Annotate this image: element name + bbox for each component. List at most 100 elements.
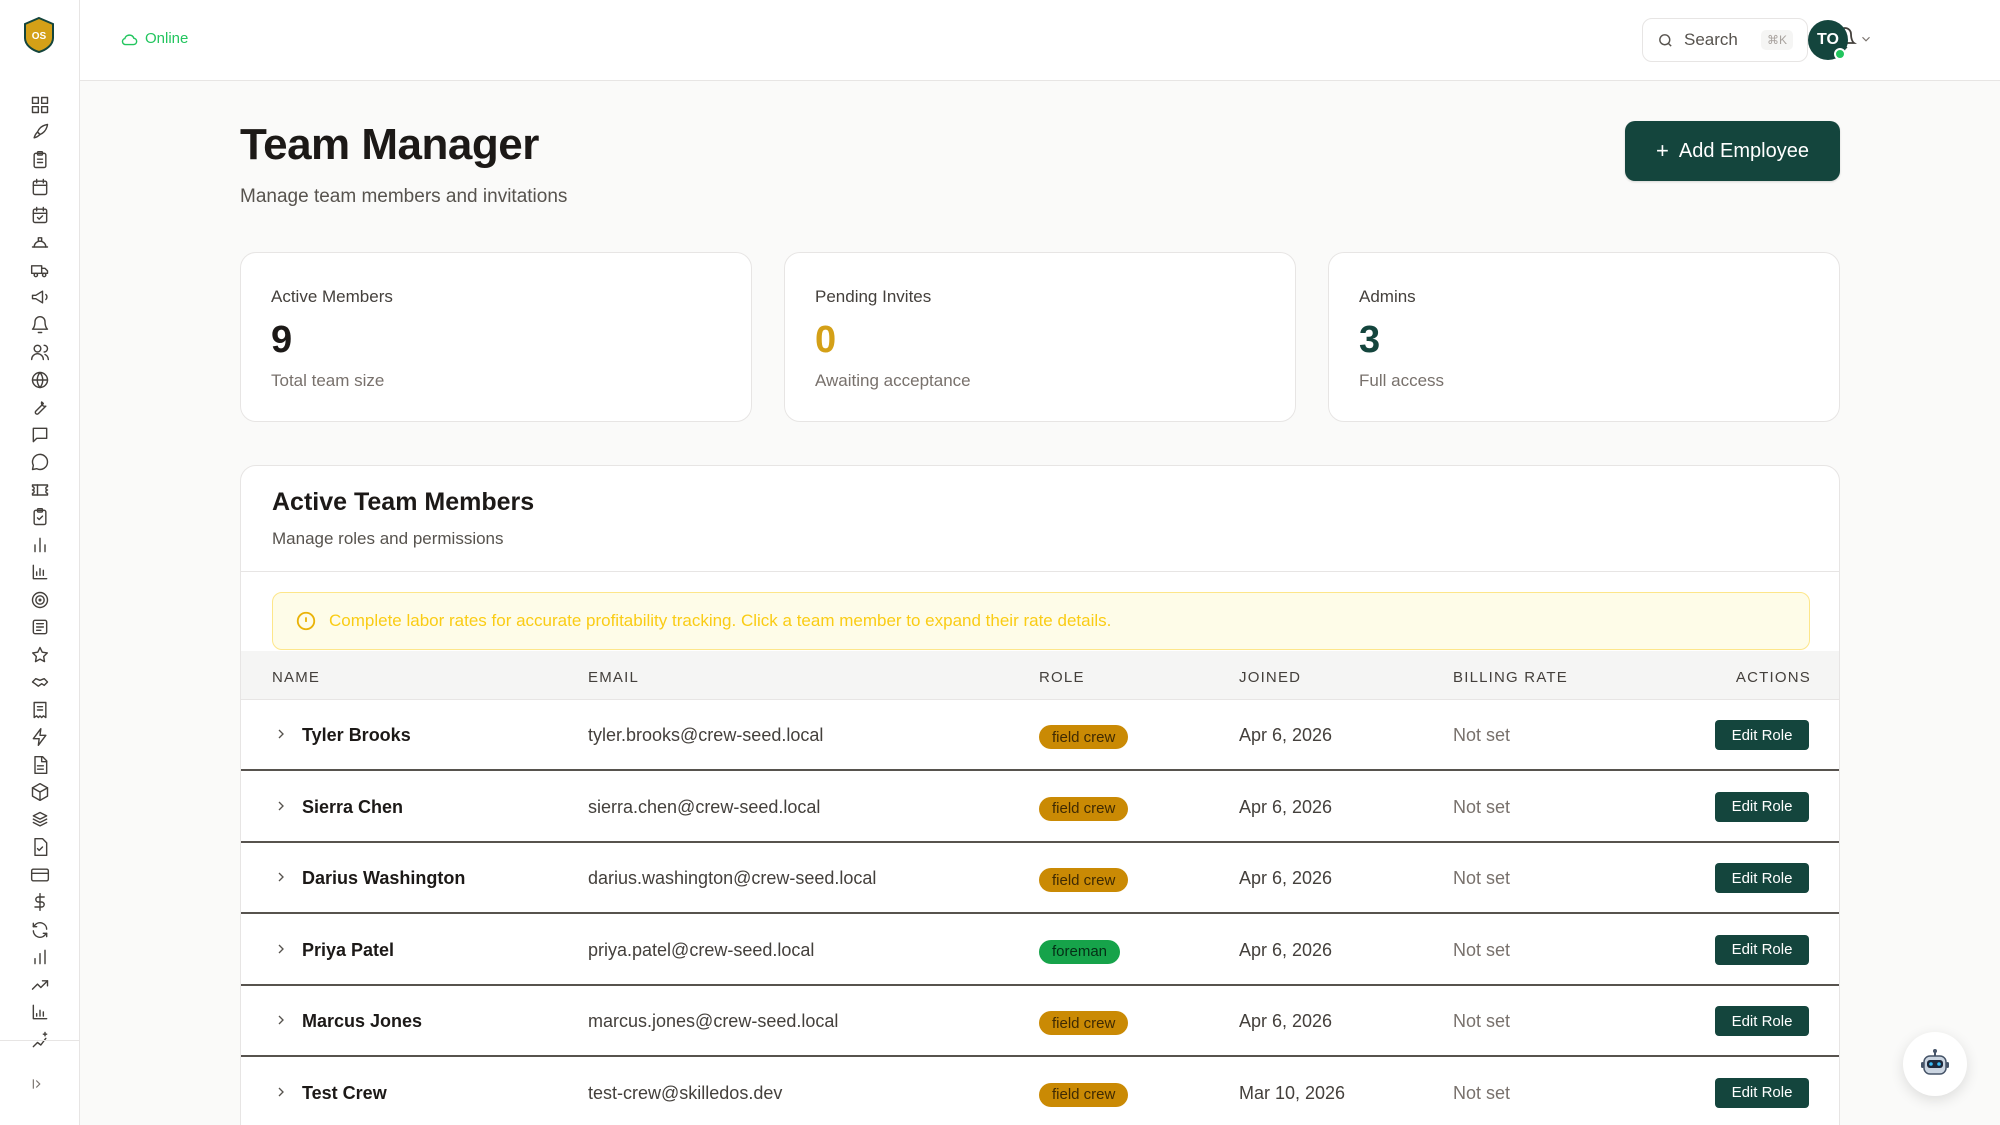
stat-value: 0 (815, 319, 837, 361)
sidebar-item-users[interactable] (0, 339, 80, 367)
joined-date: Mar 10, 2026 (1239, 1082, 1346, 1103)
status-label: Online (145, 30, 189, 47)
dashboard-icon (31, 96, 49, 113)
search-button[interactable]: Search ⌘K (1642, 18, 1808, 62)
sidebar-item-message-square[interactable] (0, 421, 80, 449)
sidebar-item-chart[interactable] (0, 559, 80, 587)
billing-rate: Not set (1453, 1011, 1511, 1031)
table-row[interactable]: Priya Patel priya.patel@crew-seed.local fo… (241, 915, 1839, 986)
sidebar-item-refresh[interactable] (0, 916, 80, 944)
bell-icon (31, 315, 49, 333)
joined-date: Apr 6, 2026 (1239, 939, 1333, 960)
sidebar-item-truck[interactable] (0, 256, 80, 284)
sidebar-item-trending-up[interactable] (0, 971, 80, 999)
sidebar-item-newspaper[interactable] (0, 614, 80, 642)
refresh-icon (32, 921, 48, 938)
joined-date: Apr 6, 2026 (1239, 796, 1333, 817)
trending-up-icon (31, 979, 49, 990)
sidebar: OS (0, 0, 80, 1125)
sidebar-item-chart-bar[interactable] (0, 999, 80, 1027)
sidebar-item-package[interactable] (0, 779, 80, 807)
sidebar-item-star[interactable] (0, 641, 80, 669)
table-row[interactable]: Test Crew test-crew@skilledos.dev field cr… (241, 1058, 1839, 1125)
sidebar-item-clipboard-check[interactable] (0, 504, 80, 532)
sidebar-item-file-check[interactable] (0, 834, 80, 862)
column-header-billing-rate[interactable]: BILLING RATE (1453, 669, 1568, 686)
page-title: Team Manager (240, 120, 539, 169)
sidebar-item-receipt[interactable] (0, 696, 80, 724)
sidebar-item-bar-chart-2[interactable] (0, 944, 80, 972)
clipboard-icon (33, 150, 47, 168)
edit-role-button[interactable]: Edit Role (1715, 1077, 1809, 1108)
hard-hat-icon (31, 237, 49, 248)
sidebar-item-hard-hat[interactable] (0, 229, 80, 257)
calendar-check-icon (32, 206, 48, 223)
newspaper-icon (32, 619, 48, 635)
stat-label: Admins (1359, 287, 1416, 306)
sidebar-item-handshake[interactable] (0, 669, 80, 697)
table-row[interactable]: Darius Washington darius.washington@crew-… (241, 843, 1839, 914)
edit-role-button[interactable]: Edit Role (1715, 934, 1809, 965)
expand-row-button[interactable] (273, 1012, 291, 1030)
joined-date: Apr 6, 2026 (1239, 725, 1333, 745)
column-header-role[interactable]: ROLE (1039, 669, 1085, 686)
sidebar-item-file-text[interactable] (0, 751, 80, 779)
sidebar-item-rocket[interactable] (0, 119, 80, 147)
sidebar-item-target[interactable] (0, 586, 80, 614)
sidebar-item-bar-chart[interactable] (0, 531, 80, 559)
labor-rates-notice: Complete labor rates for accurate profit… (272, 592, 1810, 650)
edit-role-button[interactable]: Edit Role (1715, 1006, 1809, 1036)
sidebar-item-clipboard[interactable] (0, 146, 80, 174)
add-employee-button[interactable]: + Add Employee (1625, 121, 1840, 181)
app-logo[interactable]: OS (22, 16, 56, 54)
globe-icon (31, 371, 49, 388)
sidebar-item-globe[interactable] (0, 366, 80, 394)
sidebar-item-message-circle[interactable] (0, 449, 80, 477)
collapse-icon[interactable] (31, 1077, 47, 1093)
add-employee-label: Add Employee (1678, 139, 1809, 162)
member-email: sierra.chen@crew-seed.local (588, 796, 821, 817)
file-text-icon (34, 755, 48, 774)
sidebar-item-calendar-check[interactable] (0, 201, 80, 229)
stat-subtext: Awaiting acceptance (815, 371, 971, 390)
handshake-icon (31, 678, 49, 688)
sidebar-item-dollar[interactable] (0, 889, 80, 917)
expand-row-button[interactable] (273, 1084, 291, 1102)
column-header-name[interactable]: NAME (272, 669, 320, 686)
member-email: darius.washington@crew-seed.local (588, 868, 877, 888)
search-shortcut: ⌘K (1760, 30, 1793, 50)
joined-date: Apr 6, 2026 (1239, 1011, 1333, 1031)
search-label: Search (1684, 30, 1738, 49)
sidebar-item-calendar[interactable] (0, 174, 80, 202)
expand-row-button[interactable] (273, 726, 291, 744)
column-header-email[interactable]: EMAIL (588, 669, 639, 686)
page-subtitle: Manage team members and invitations (240, 186, 568, 207)
table-row[interactable]: Marcus Jones marcus.jones@crew-seed.local… (241, 986, 1839, 1057)
sidebar-item-dashboard[interactable] (0, 91, 80, 119)
account-menu-chevron[interactable] (1859, 32, 1875, 48)
sidebar-item-bell[interactable] (0, 311, 80, 339)
expand-row-button[interactable] (273, 941, 291, 959)
svg-text:OS: OS (32, 31, 47, 42)
sidebar-item-zap[interactable] (0, 724, 80, 752)
stat-label: Active Members (271, 287, 393, 306)
edit-role-button[interactable]: Edit Role (1715, 863, 1809, 893)
sidebar-item-boxes[interactable] (0, 806, 80, 834)
sidebar-item-credit-card[interactable] (0, 861, 80, 889)
table-row[interactable]: Sierra Chen sierra.chen@crew-seed.local fi… (241, 772, 1839, 843)
sidebar-item-megaphone[interactable] (0, 284, 80, 312)
column-header-joined[interactable]: JOINED (1239, 669, 1301, 686)
assistant-bot-button[interactable] (1903, 1032, 1967, 1096)
section-subtitle: Manage roles and permissions (272, 529, 504, 548)
expand-row-button[interactable] (273, 869, 291, 887)
joined-date: Apr 6, 2026 (1239, 868, 1333, 888)
edit-role-button[interactable]: Edit Role (1715, 720, 1809, 750)
table-row[interactable]: Tyler Brooks tyler.brooks@crew-seed.local… (241, 700, 1839, 771)
member-name: Darius Washington (302, 868, 466, 888)
role-badge: field crew (1039, 796, 1129, 821)
edit-role-button[interactable]: Edit Role (1715, 791, 1809, 822)
sidebar-item-wrench[interactable] (0, 394, 80, 422)
star-icon (31, 646, 49, 663)
expand-row-button[interactable] (273, 798, 291, 816)
sidebar-item-ticket[interactable] (0, 476, 80, 504)
